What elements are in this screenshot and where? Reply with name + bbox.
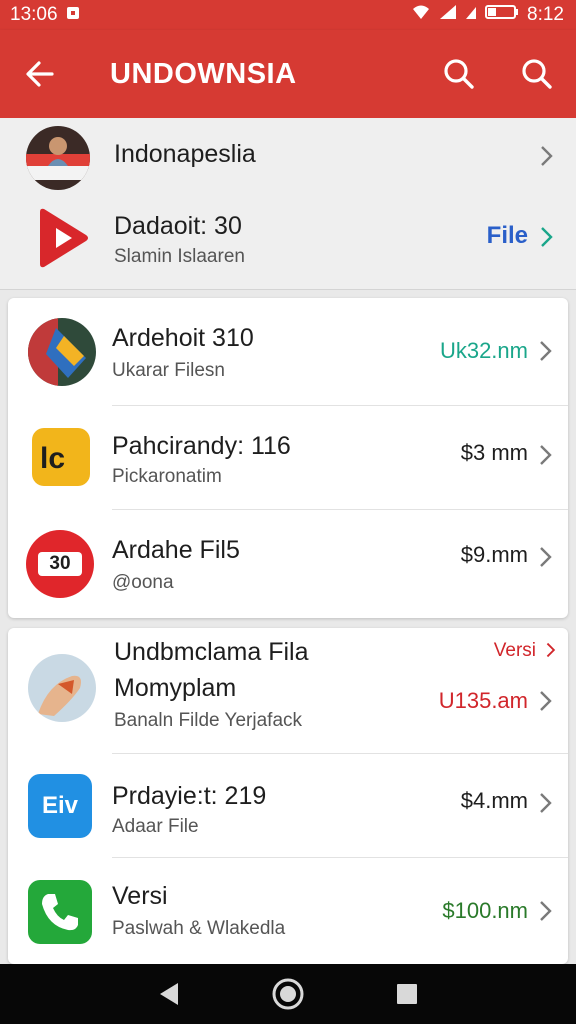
nav-back-icon <box>160 983 179 1005</box>
status-clock-right: 8:12 <box>527 4 564 25</box>
card-list: Ardehoit 310 Ukarar Filesn Uk32.nm lc Pa… <box>8 298 568 618</box>
avatar <box>28 318 96 386</box>
avatar <box>26 126 90 190</box>
search-button-secondary[interactable] <box>498 30 576 118</box>
item-value: $3 mm <box>460 440 528 465</box>
app-bar: UNDOWNSIA <box>0 30 576 118</box>
search-icon <box>444 59 474 89</box>
item-value: $100.nm <box>442 898 528 923</box>
item-title: Ardehoit 310 <box>112 324 254 352</box>
badge-icon: 30 <box>26 530 94 598</box>
item-title: Pahcirandy: 116 <box>112 432 291 460</box>
chevron-right-icon <box>541 227 553 247</box>
badge-icon-text: 30 <box>38 552 82 576</box>
item-title: Dadaoit: 30 <box>114 212 242 240</box>
nav-recents-button[interactable] <box>377 964 437 1024</box>
system-nav-bar <box>0 964 576 1024</box>
chevron-right-icon <box>540 691 552 711</box>
card-list: Undbmclama Fila Momyplam Banaln Filde Ye… <box>8 628 568 964</box>
item-title-line1: Undbmclama Fila <box>114 638 309 666</box>
item-value: Uk32.nm <box>439 338 528 363</box>
chevron-right-icon <box>540 901 552 921</box>
arrow-left-icon <box>26 61 54 87</box>
file-link[interactable]: File <box>487 222 528 250</box>
chevron-right-icon <box>540 547 552 567</box>
item-subtitle: @oona <box>112 572 174 593</box>
phone-icon <box>28 880 92 944</box>
play-icon <box>36 208 90 268</box>
list-item[interactable]: 30 Ardahe Fil5 @oona $9.mm <box>8 510 568 618</box>
list-item[interactable]: Undbmclama Fila Momyplam Banaln Filde Ye… <box>8 628 568 754</box>
item-title-line2: Momyplam <box>114 674 237 702</box>
signal-icon-secondary <box>465 4 477 26</box>
top-section: Indonapeslia Dadaoit: 30 Slamin Islaaren… <box>0 118 576 290</box>
item-title: Ardahe Fil5 <box>112 536 240 564</box>
status-bar: 13:06 8:12 <box>0 0 576 30</box>
list-item[interactable]: Indonapeslia <box>0 118 576 196</box>
list-item[interactable]: Ardehoit 310 Ukarar Filesn Uk32.nm <box>8 298 568 406</box>
item-value: $4.mm <box>460 788 528 813</box>
list-item[interactable]: Versi Paslwah & Wlakedla $100.nm <box>8 858 568 964</box>
back-button[interactable] <box>0 30 80 118</box>
item-subtitle: Paslwah & Wlakedla <box>112 918 286 939</box>
item-title: Prdayie:t: 219 <box>112 782 267 810</box>
chevron-right-icon <box>540 793 552 813</box>
battery-icon <box>485 4 519 26</box>
item-subtitle: Pickaronatim <box>112 466 222 487</box>
version-tag[interactable]: Versi <box>494 640 536 662</box>
app-tile-icon: Eiv <box>28 774 92 838</box>
app-tile-icon: lc <box>32 428 90 486</box>
svg-text:lc: lc <box>40 442 65 475</box>
list-item[interactable]: lc Pahcirandy: 116 Pickaronatim $3 mm <box>8 406 568 510</box>
list-item[interactable]: Eiv Prdayie:t: 219 Adaar File $4.mm <box>8 754 568 858</box>
wifi-icon <box>411 4 431 26</box>
item-subtitle: Ukarar Filesn <box>112 360 225 381</box>
item-value: $9.mm <box>460 542 528 567</box>
notification-icon <box>66 4 80 26</box>
chevron-right-icon <box>540 341 552 361</box>
chevron-right-icon <box>546 642 556 658</box>
nav-home-button[interactable] <box>258 964 318 1024</box>
status-time: 13:06 <box>10 4 58 25</box>
item-subtitle: Banaln Filde Yerjafack <box>114 710 303 731</box>
item-title: Indonapeslia <box>114 140 256 168</box>
chevron-right-icon <box>540 445 552 465</box>
item-title: Versi <box>112 882 168 910</box>
search-icon <box>522 59 552 89</box>
nav-recents-icon <box>396 984 417 1004</box>
item-subtitle: Adaar File <box>112 816 199 837</box>
avatar <box>28 654 96 722</box>
chevron-right-icon <box>541 146 553 166</box>
list-item[interactable]: Dadaoit: 30 Slamin Islaaren File <box>0 196 576 290</box>
app-title: UNDOWNSIA <box>110 57 297 90</box>
item-subtitle: Slamin Islaaren <box>114 246 245 267</box>
search-button[interactable] <box>420 30 498 118</box>
signal-icon <box>439 4 457 26</box>
app-tile-icon-text: Eiv <box>41 792 79 819</box>
nav-back-button[interactable] <box>139 964 199 1024</box>
nav-home-icon <box>272 978 304 1010</box>
item-value: U135.am <box>438 688 528 713</box>
